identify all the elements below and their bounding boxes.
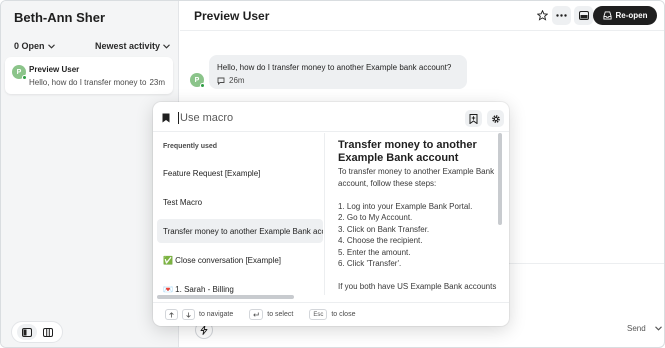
conversation-name: Preview User (29, 65, 80, 74)
preview-outro: If you both have US Example Bank account… (338, 282, 497, 295)
layout-toggle (11, 321, 63, 343)
list-layout-icon (21, 327, 32, 337)
arrow-down-icon (186, 312, 191, 318)
chevron-down-icon (47, 43, 55, 49)
arrow-up-icon (169, 311, 174, 317)
macro-search-input[interactable] (178, 110, 448, 126)
message-text: Hello, how do I transfer money to anothe… (217, 63, 452, 72)
conversation-header: Preview User Re-open (180, 1, 664, 31)
preview-intro: To transfer money to another Example Ban… (338, 167, 495, 188)
message-meta: 26m (217, 76, 245, 85)
send-button[interactable]: Send (627, 324, 646, 333)
section-label: Frequently used (163, 143, 218, 150)
chevron-down-icon[interactable] (655, 326, 662, 331)
macro-item-selected[interactable]: Transfer money to another Example Bank a… (157, 219, 323, 243)
conversation-time: 23m (149, 78, 165, 87)
preview-step: 6. Click 'Transfer'. (338, 259, 402, 268)
macro-item[interactable]: ✅ Close conversation [Example] (157, 248, 323, 272)
more-options-button[interactable] (552, 6, 571, 25)
status-filter[interactable]: 0 Open (14, 41, 55, 51)
panel-icon (578, 11, 589, 20)
gear-icon (491, 114, 500, 123)
conversation-preview: Hello, how do I transfer money to anothe… (29, 78, 147, 87)
columns-layout-button[interactable] (38, 324, 58, 340)
avatar: P (12, 65, 27, 80)
message-time: 26m (229, 76, 245, 85)
list-layout-button[interactable] (16, 324, 37, 340)
preview-step: 1. Log into your Example Bank Portal. (338, 201, 473, 211)
bookmark-icon (162, 113, 170, 123)
macro-popup: Frequently used Feature Request [Example… (153, 102, 509, 326)
sort-filter[interactable]: Newest activity (95, 41, 170, 51)
macro-list-scrollbar[interactable] (324, 133, 325, 229)
inbox-icon (602, 11, 612, 20)
status-filter-label: 0 Open (14, 41, 45, 51)
online-status-dot (22, 75, 27, 80)
reopen-label: Re-open (615, 11, 648, 20)
macro-item[interactable]: Feature Request [Example] (157, 161, 323, 185)
macro-list: Frequently used Feature Request [Example… (153, 133, 325, 295)
message-bubble: Hello, how do I transfer money to anothe… (209, 55, 467, 89)
select-hint: to select (267, 311, 294, 318)
close-hint: to close (331, 311, 356, 318)
macro-preview-scrollbar[interactable] (498, 133, 502, 225)
star-button[interactable] (535, 7, 549, 23)
macro-item[interactable]: Test Macro (157, 190, 323, 214)
preview-step: 5. Enter the amount. (338, 247, 411, 257)
preview-steps: 1. Log into your Example Bank Portal. 2.… (338, 201, 498, 270)
arrow-down-key (182, 309, 195, 320)
macro-preview-body: To transfer money to another Example Ban… (338, 166, 498, 295)
more-horizontal-icon (556, 14, 567, 17)
macro-list-horizontal-scrollbar[interactable] (157, 295, 294, 299)
lightning-icon (200, 325, 208, 335)
bookmark-plus-icon (469, 113, 478, 124)
chevron-down-icon (163, 43, 170, 49)
macro-keyboard-hints: to navigate to select Esc to close (153, 302, 509, 326)
reopen-button[interactable]: Re-open (593, 6, 657, 25)
enter-key (249, 309, 264, 320)
escape-key: Esc (309, 309, 328, 320)
columns-layout-icon (42, 327, 53, 337)
message-avatar: P (190, 73, 205, 88)
inbox-title: Beth-Ann Sher (14, 10, 105, 25)
macro-preview: Transfer money to another Example Bank a… (328, 133, 509, 295)
sort-filter-label: Newest activity (95, 41, 161, 51)
preview-step: 2. Go to My Account. (338, 213, 413, 222)
online-status-dot (200, 83, 205, 88)
app-window: Beth-Ann Sher 0 Open Newest activity P P… (0, 0, 665, 348)
navigate-hint: to navigate (199, 311, 234, 318)
macro-item[interactable]: 💌 1. Sarah - Billing (157, 277, 323, 295)
preview-step: 3. Click on Bank Transfer. (338, 224, 430, 234)
chat-bubble-icon (217, 77, 225, 85)
star-icon (536, 9, 548, 21)
arrow-up-key (165, 309, 178, 320)
macro-search-bar (153, 102, 509, 132)
macro-settings-button[interactable] (487, 110, 504, 127)
preview-step: 4. Choose the recipient. (338, 236, 423, 245)
avatar-letter: P (16, 68, 22, 76)
text-caret (178, 112, 179, 124)
enter-icon (253, 312, 259, 317)
page-title: Preview User (194, 9, 270, 23)
add-macro-button[interactable] (465, 110, 482, 127)
macro-preview-title: Transfer money to another Example Bank a… (338, 139, 477, 164)
avatar-letter: P (194, 76, 200, 84)
details-panel-button[interactable] (574, 6, 593, 25)
conversation-list-item[interactable]: P Preview User Hello, how do I transfer … (5, 57, 173, 94)
